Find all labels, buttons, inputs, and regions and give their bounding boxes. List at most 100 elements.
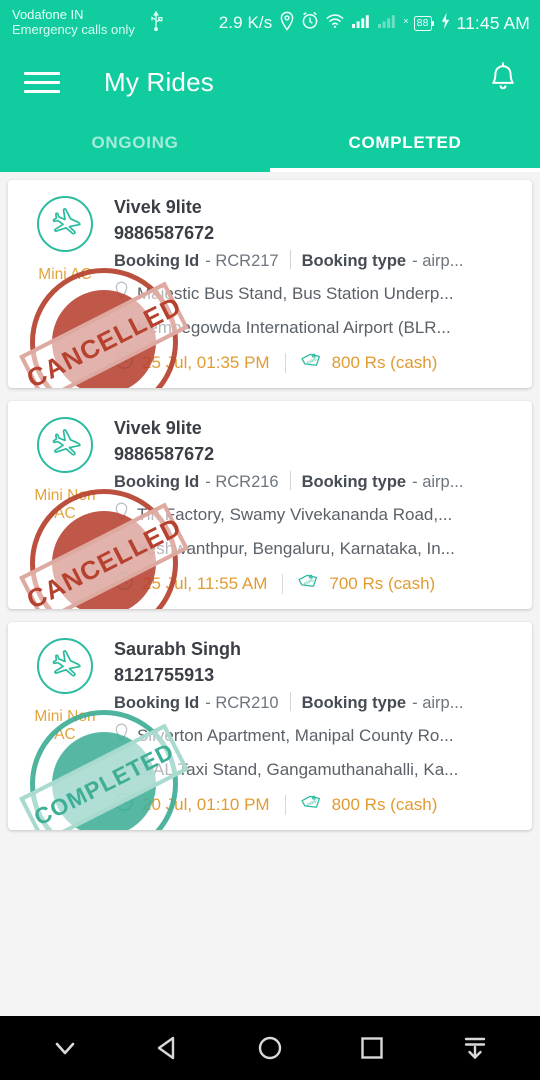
ride-footer-row: 20 Jul, 01:10 PM FARE 800 Rs (cash) (114, 792, 518, 818)
pickup-address-row: Silverton Apartment, Manipal County Ro..… (114, 723, 518, 750)
ride-card[interactable]: Mini AC Vivek 9lite 9886587672 Booking I… (8, 180, 532, 388)
ride-left-column: Mini Non AC (22, 636, 108, 818)
status-bar-clock: 11:45 AM (456, 12, 530, 33)
booking-id-value: - RCR217 (205, 252, 279, 271)
home-circle-icon[interactable] (237, 1032, 303, 1064)
fare-tag-icon: FARE (300, 350, 324, 376)
car-type-label: Mini Non AC (34, 486, 96, 522)
ride-details: Vivek 9lite 9886587672 Booking Id - RCR2… (108, 194, 518, 376)
airplane-icon (37, 637, 93, 694)
pickup-address: Majestic Bus Stand, Bus Station Underp..… (137, 284, 454, 304)
pickup-address-row: Tin Factory, Swamy Vivekananda Road,... (114, 502, 518, 529)
bell-icon[interactable] (486, 61, 520, 104)
pickup-pin-icon (114, 281, 129, 308)
rider-name: Saurabh Singh (114, 638, 242, 659)
carrier-subtext: Emergency calls only (12, 22, 135, 37)
network-speed: 2.9 K/s (218, 13, 273, 32)
ride-footer-row: 25 Jul, 11:55 AM FARE 700 Rs (cash) (114, 571, 518, 597)
ride-left-column: Mini Non AC (22, 415, 108, 597)
meta-divider (289, 471, 291, 491)
signal-bars-no-sim-icon: × (377, 12, 409, 34)
rider-phone: 9886587672 (114, 223, 215, 244)
pickup-address: Silverton Apartment, Manipal County Ro..… (137, 726, 454, 746)
footer-divider (284, 794, 286, 815)
booking-meta-row: Booking Id - RCR210 Booking type - airp.… (114, 689, 518, 716)
booking-id-value: - RCR216 (205, 473, 279, 492)
pickup-address-row: Majestic Bus Stand, Bus Station Underp..… (114, 281, 518, 308)
carrier-info: Vodafone IN Emergency calls only (12, 8, 135, 37)
booking-id-label: Booking Id (114, 694, 200, 713)
meta-divider (289, 250, 291, 270)
car-type-label: Mini Non AC (34, 707, 96, 743)
tab-completed[interactable]: COMPLETED (270, 118, 540, 172)
meta-divider (289, 692, 291, 712)
drop-pin-icon (114, 756, 129, 783)
booking-type-value: - airp... (412, 473, 464, 492)
fare-tag-icon: FARE (300, 792, 324, 818)
ride-fare: 700 Rs (cash) (329, 573, 436, 593)
pickup-address: Tin Factory, Swamy Vivekananda Road,... (137, 505, 453, 525)
rider-phone: 8121755913 (114, 664, 215, 685)
clock-icon (114, 792, 134, 817)
ride-fare: 800 Rs (cash) (331, 794, 438, 814)
recents-square-icon[interactable] (339, 1032, 405, 1064)
drop-address-row: BIAL Taxi Stand, Gangamuthanahalli, Ka..… (114, 756, 518, 783)
fare-tag-icon: FARE (298, 571, 321, 597)
car-type-label: Mini AC (38, 266, 92, 283)
ride-footer-row: 25 Jul, 01:35 PM FARE 800 Rs (cash) (114, 350, 518, 376)
booking-type-value: - airp... (412, 252, 464, 271)
page-title: My Rides (104, 66, 214, 97)
drop-address: Yeshwanthpur, Bengaluru, Karnataka, In..… (137, 538, 455, 558)
android-navigation-bar (0, 1016, 540, 1080)
ride-details: Vivek 9lite 9886587672 Booking Id - RCR2… (108, 415, 518, 597)
back-triangle-icon[interactable] (135, 1032, 201, 1064)
rider-name: Vivek 9lite (114, 197, 202, 217)
status-bar: Vodafone IN Emergency calls only 2.9 K/s (0, 0, 540, 46)
pickup-pin-icon (114, 723, 129, 750)
carrier-name: Vodafone IN (12, 7, 84, 23)
airplane-icon (37, 196, 93, 252)
booking-id-label: Booking Id (114, 473, 200, 492)
booking-meta-row: Booking Id - RCR217 Booking type - airp.… (114, 247, 518, 274)
booking-type-label: Booking type (301, 694, 407, 713)
usb-icon (148, 10, 164, 36)
booking-type-label: Booking type (301, 252, 407, 271)
airplane-icon (37, 416, 93, 473)
ride-card[interactable]: Mini Non AC Vivek 9lite 9886587672 Booki… (8, 400, 532, 609)
drop-address-row: Yeshwanthpur, Bengaluru, Karnataka, In..… (114, 535, 518, 562)
drop-address-row: Kempegowda International Airport (BLR... (114, 314, 518, 341)
ride-card[interactable]: Mini Non AC Saurabh Singh 8121755913 Boo… (8, 621, 532, 830)
status-bar-right: 2.9 K/s × 88 11:45 AM (219, 11, 530, 36)
rides-list: Mini AC Vivek 9lite 9886587672 Booking I… (0, 172, 540, 830)
ride-fare: 800 Rs (cash) (331, 352, 438, 372)
rider-phone: 9886587672 (114, 444, 215, 465)
pickup-pin-icon (114, 502, 129, 529)
no-sim-badge: × (403, 16, 409, 26)
clock-icon (114, 571, 134, 596)
booking-id-value: - RCR210 (205, 694, 279, 713)
booking-type-value: - airp... (412, 694, 464, 713)
ride-datetime: 20 Jul, 01:10 PM (142, 794, 270, 814)
clock-icon (114, 350, 134, 375)
footer-divider (282, 573, 284, 594)
tab-ongoing[interactable]: ONGOING (0, 118, 270, 172)
tab-active-indicator (270, 168, 540, 172)
hide-keyboard-icon[interactable] (442, 1032, 508, 1064)
alarm-clock-icon (301, 11, 319, 35)
location-pin-icon (279, 11, 295, 36)
booking-type-label: Booking type (301, 473, 407, 492)
booking-meta-row: Booking Id - RCR216 Booking type - airp.… (114, 468, 518, 495)
ride-datetime: 25 Jul, 11:55 AM (142, 573, 268, 593)
booking-id-label: Booking Id (114, 252, 200, 271)
chevron-down-icon[interactable] (32, 1032, 98, 1064)
ride-details: Saurabh Singh 8121755913 Booking Id - RC… (108, 636, 518, 818)
app-bar: My Rides (0, 46, 540, 118)
rider-name: Vivek 9lite (114, 417, 202, 438)
drop-address: BIAL Taxi Stand, Gangamuthanahalli, Ka..… (137, 759, 459, 779)
battery-indicator: 88 (413, 15, 434, 31)
footer-divider (284, 352, 286, 373)
drop-address: Kempegowda International Airport (BLR... (137, 317, 451, 337)
hamburger-menu-icon[interactable] (24, 66, 60, 99)
ride-left-column: Mini AC (22, 194, 108, 376)
drop-pin-icon (114, 314, 129, 341)
